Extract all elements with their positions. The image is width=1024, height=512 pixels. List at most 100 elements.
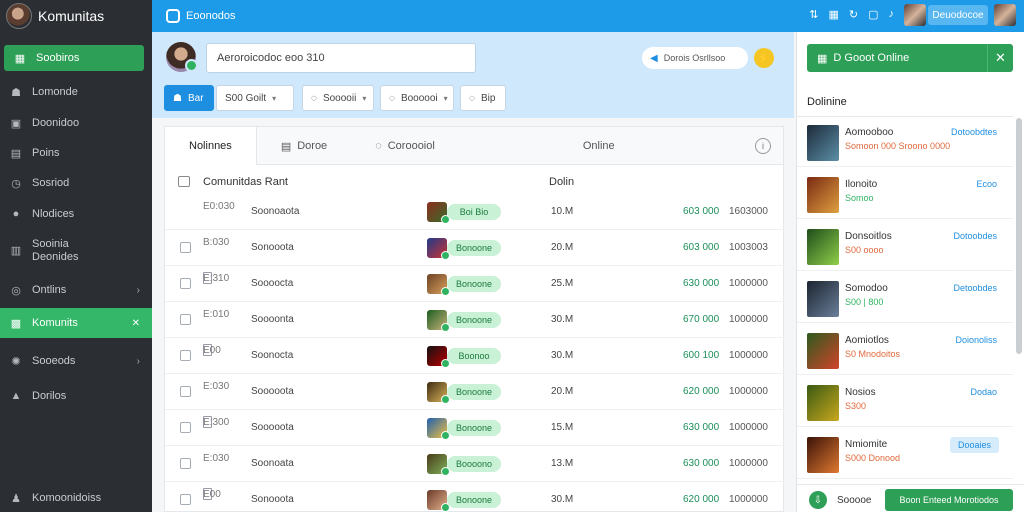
item-link[interactable]: Detoobdes <box>953 283 997 293</box>
online-list-item[interactable]: Nosios S300 Dodao <box>797 377 1013 427</box>
close-icon[interactable]: ✕ <box>132 318 140 329</box>
chevron-down-icon: ▾ <box>362 93 367 103</box>
sort-icon[interactable]: ⇅ <box>809 8 818 21</box>
refresh-icon[interactable]: ↻ <box>849 8 858 21</box>
status-badge: Bonoone <box>447 312 501 328</box>
table-row[interactable]: E00 Soonocta Boonoo 30.M 600 100 1000000 <box>165 339 785 374</box>
table-row[interactable]: E:300 Sooooota Bonoone 15.M 630 000 1000000 <box>165 411 785 446</box>
sidebar-item-0[interactable]: ▦ Soobiros <box>4 45 144 71</box>
sidebar-item-4[interactable]: ◷ Sosriod <box>0 177 152 190</box>
topbar-avatar-2[interactable] <box>994 4 1016 26</box>
filter-button-2[interactable]: ◌ Sooooii ▾ <box>302 85 374 111</box>
item-subtitle: S00 | 800 <box>845 297 884 307</box>
window-icon[interactable]: ▢ <box>868 8 878 21</box>
top-bar: Eoonodos ⇅ ▦ ↻ ▢ ♪ Deuodocoe <box>152 0 1024 32</box>
scrollbar[interactable] <box>1016 118 1022 354</box>
tab-3[interactable]: Online <box>559 127 639 165</box>
sidebar-item-10[interactable]: ▲ Dorilos <box>0 390 152 402</box>
tab-1[interactable]: ▤ Doroe <box>257 127 351 165</box>
row-name: Sonooota <box>251 242 294 253</box>
sidebar-item-label: Poins <box>32 147 60 159</box>
item-link[interactable]: Dotoobdes <box>953 231 997 241</box>
row-checkbox[interactable] <box>180 242 191 253</box>
header-list-icon[interactable] <box>178 176 190 187</box>
profile-avatar[interactable] <box>166 42 198 72</box>
item-link[interactable]: Doionoliss <box>955 335 997 345</box>
sidebar-item-1[interactable]: ☗ Lomonde <box>0 86 152 99</box>
filter-button-1[interactable]: S00 Goilt ▾ <box>216 85 294 111</box>
online-list-item[interactable]: Aomiotlos S0 Mnodoitos Doionoliss <box>797 325 1013 375</box>
row-price: 630 000 <box>683 422 720 433</box>
table-row[interactable]: E:030 Sooooota Bonoone 20.M 620 000 1000000 <box>165 375 785 410</box>
item-name: Nmiomite <box>845 439 888 450</box>
warning-icon[interactable]: ⚡ <box>754 48 774 68</box>
sidebar-item-9[interactable]: ✺ Sooeods › <box>0 355 152 368</box>
online-list-item[interactable]: Donsoitlos S00 oooo Dotoobdes <box>797 221 1013 271</box>
calendar-icon: ▤ <box>10 147 22 160</box>
filter-button-4[interactable]: ◌ Bip <box>460 85 506 111</box>
online-list-item[interactable]: Aomooboo Somoon 000 Sroono 0000 Dotoobdtes <box>797 117 1013 167</box>
table-row[interactable]: E:310 Soooocta Bonoone 25.M 630 000 1000000 <box>165 267 785 302</box>
status-badge: Bonoone <box>447 420 501 436</box>
table-row[interactable]: E0:030 Soonoaota Boi Bio 10.M 603 000 1603000 <box>165 195 785 230</box>
notification-icon[interactable]: ♪ <box>889 8 895 21</box>
get-online-button[interactable]: ▦ D Gooot Online <box>807 44 987 72</box>
sidebar-item-7[interactable]: ◎ Ontlins › <box>0 284 152 297</box>
sidebar-item-5[interactable]: ● Nlodices <box>0 208 152 220</box>
game-thumbnail <box>807 281 839 317</box>
row-price: 630 000 <box>683 458 720 469</box>
item-link[interactable]: Ecoo <box>976 179 997 189</box>
brand[interactable]: Komunitas <box>0 0 152 32</box>
row-checkbox[interactable] <box>180 278 191 289</box>
item-link[interactable]: Dooaies <box>949 437 999 453</box>
status-pill-button[interactable]: ◀ Dorois Osrllsoo <box>642 47 748 69</box>
row-name: Soooonta <box>251 314 294 325</box>
row-name: Soonocta <box>251 350 294 361</box>
table-row[interactable]: E00 Sonooota Bonoone 30.M 620 000 1000000 <box>165 483 785 512</box>
table-row[interactable]: E:030 Soonoata Boooono 13.M 630 000 1000000 <box>165 447 785 482</box>
sidebar-item-6[interactable]: ▥ Sooinia Deonides <box>0 238 152 264</box>
download-icon[interactable]: ⇩ <box>809 491 827 509</box>
footer-action-button[interactable]: Boon Enteed Morotiodos <box>885 489 1013 511</box>
tab-2[interactable]: ◌ Coroooiol <box>351 127 459 165</box>
people-icon: ☗ <box>11 86 21 99</box>
search-input[interactable]: Aeroroicodoc eoo 310 <box>206 43 476 73</box>
game-thumbnail <box>427 274 450 296</box>
topbar-title[interactable]: Eoonodos <box>166 9 236 23</box>
user-avatar[interactable] <box>6 3 32 29</box>
topbar-button[interactable]: Deuodocoe <box>928 5 988 25</box>
sidebar-item-11[interactable]: ♟ Komoonidoiss <box>0 492 152 505</box>
item-subtitle: S0 Mnodoitos <box>845 349 901 359</box>
info-icon[interactable]: i <box>755 138 771 154</box>
row-value: 1000000 <box>729 350 768 361</box>
online-list: Aomooboo Somoon 000 Sroono 0000 Dotoobdtes… <box>797 116 1013 482</box>
topbar-avatar[interactable] <box>904 4 926 26</box>
app-logo-icon <box>166 9 180 23</box>
online-list-item[interactable]: Somodoo S00 | 800 Detoobdes <box>797 273 1013 323</box>
tab-0[interactable]: Nolinnes <box>165 127 257 165</box>
row-code: E:010 <box>203 308 230 320</box>
row-checkbox[interactable] <box>180 422 191 433</box>
tab-label: Nolinnes <box>189 140 232 152</box>
table-row[interactable]: B:030 Sonooota Bonoone 20.M 603 000 1003003 <box>165 231 785 266</box>
tab-bar: Nolinnes ▤ Doroe ◌ Coroooiol Online i <box>165 127 783 165</box>
item-subtitle: S00 oooo <box>845 245 884 255</box>
row-checkbox[interactable] <box>180 386 191 397</box>
item-link[interactable]: Dotoobdtes <box>951 127 997 137</box>
row-checkbox[interactable] <box>180 494 191 505</box>
row-name: Sooooota <box>251 422 294 433</box>
item-link[interactable]: Dodao <box>970 387 997 397</box>
row-checkbox[interactable] <box>180 314 191 325</box>
online-list-item[interactable]: Nmiomite S000 Donood Dooaies <box>797 429 1013 479</box>
online-list-item[interactable]: Ilonoito Somoo Ecoo <box>797 169 1013 219</box>
sidebar-item-2[interactable]: ▣ Doonidoo <box>0 117 152 130</box>
filter-button-3[interactable]: ◌ Boooooi ▾ <box>380 85 454 111</box>
filter-button-0[interactable]: ☗ Bar <box>164 85 214 111</box>
row-checkbox[interactable] <box>180 350 191 361</box>
sidebar-item-3[interactable]: ▤ Poins <box>0 147 152 160</box>
close-button[interactable]: ✕ <box>987 44 1013 72</box>
row-checkbox[interactable] <box>180 458 191 469</box>
grid-icon[interactable]: ▦ <box>828 8 838 21</box>
table-row[interactable]: E:010 Soooonta Bonoone 30.M 670 000 1000000 <box>165 303 785 338</box>
sidebar-item-8[interactable]: ▩ Komunits ✕ <box>0 308 152 338</box>
